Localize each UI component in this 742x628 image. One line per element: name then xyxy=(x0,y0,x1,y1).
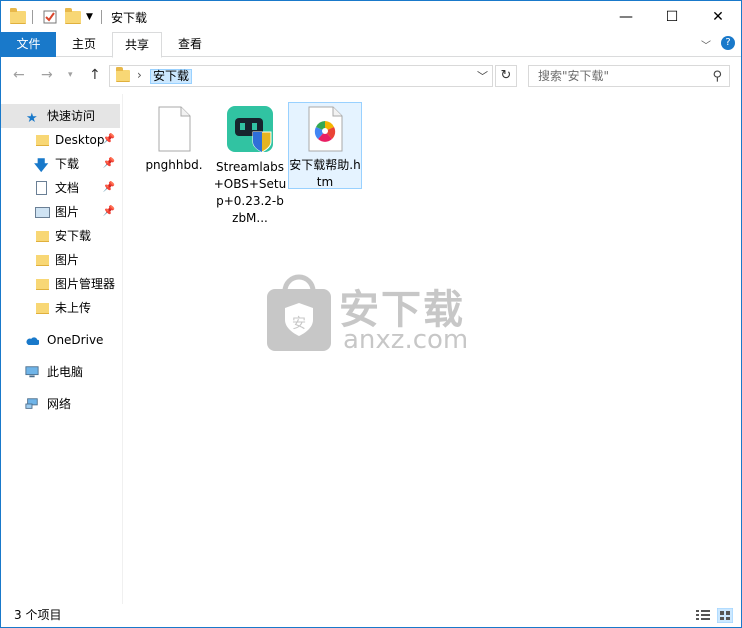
status-bar: 3 个项目 xyxy=(1,604,741,627)
nav-label: 网络 xyxy=(47,397,72,411)
tab-share[interactable]: 共享 xyxy=(112,32,162,58)
nav-label: 安下载 xyxy=(55,229,92,243)
search-placeholder: 搜索"安下载" xyxy=(538,69,610,83)
nav-label: 图片管理器 xyxy=(55,277,116,291)
file-item[interactable]: 安下载帮助.htm xyxy=(288,102,362,189)
nav-label: 图片 xyxy=(55,205,80,219)
customize-toolbar-icon[interactable]: ▼ xyxy=(86,8,93,26)
nav-network[interactable]: 网络 xyxy=(1,392,120,416)
nav-label: 未上传 xyxy=(55,301,92,315)
nav-label: 下载 xyxy=(55,157,80,171)
close-button[interactable]: ✕ xyxy=(695,1,741,32)
nav-item-desktop[interactable]: Desktop 📌 xyxy=(1,128,120,152)
address-row: ← → ▾ ↑ › 安下载 ﹀ ↻ 搜索"安下载" ⚲ xyxy=(1,57,741,94)
large-icons-view-icon[interactable] xyxy=(717,608,733,623)
streamlabs-installer-icon xyxy=(227,106,273,153)
nav-onedrive[interactable]: OneDrive xyxy=(1,328,120,352)
search-input[interactable]: 搜索"安下载" ⚲ xyxy=(528,65,730,87)
title-bar: ▼ 安下载 — ☐ ✕ xyxy=(1,1,741,32)
documents-icon xyxy=(36,181,47,195)
address-folder-icon xyxy=(116,67,130,82)
breadcrumb-separator-icon[interactable]: › xyxy=(137,68,142,82)
explorer-window: ▼ 安下载 — ☐ ✕ 文件 主页 共享 查看 ﹀ ? ← → ▾ ↑ › 安下… xyxy=(0,0,742,628)
file-name: 安下载帮助.htm xyxy=(289,158,361,189)
breadcrumb[interactable]: 安下载 xyxy=(150,69,193,84)
computer-icon xyxy=(25,366,39,378)
nav-label: OneDrive xyxy=(47,333,104,347)
nav-item-anxz[interactable]: 安下载 xyxy=(1,224,120,248)
nav-label: 文档 xyxy=(55,181,80,195)
download-icon: 🡇 xyxy=(34,158,49,174)
window-title: 安下载 xyxy=(111,11,148,25)
htm-file-icon xyxy=(308,106,343,152)
tab-view[interactable]: 查看 xyxy=(165,32,215,57)
pin-icon: 📌 xyxy=(102,158,115,169)
tab-file[interactable]: 文件 xyxy=(1,32,56,57)
shopping-bag-logo-icon: 安 xyxy=(267,274,331,351)
nav-this-pc[interactable]: 此电脑 xyxy=(1,360,120,384)
svg-text:安: 安 xyxy=(292,316,306,332)
minimize-button[interactable]: — xyxy=(603,1,649,32)
watermark-subtext: anxz.com xyxy=(343,325,469,355)
file-item[interactable]: Streamlabs+OBS+Setup+0.23.2-bzbM... xyxy=(213,102,287,227)
details-view-icon[interactable] xyxy=(695,609,711,622)
recent-locations-icon[interactable]: ▾ xyxy=(68,70,73,80)
maximize-button[interactable]: ☐ xyxy=(649,1,695,32)
window-folder-icon xyxy=(10,7,26,26)
desktop-folder-icon xyxy=(36,135,49,146)
help-icon[interactable]: ? xyxy=(721,36,735,50)
folder-icon xyxy=(36,303,49,314)
tab-home[interactable]: 主页 xyxy=(59,32,109,57)
pin-icon: 📌 xyxy=(102,182,115,193)
folder-icon xyxy=(36,255,49,266)
blank-file-icon xyxy=(158,106,191,152)
folder-icon xyxy=(36,231,49,242)
file-name: Streamlabs+OBS+Setup+0.23.2-bzbM... xyxy=(213,160,287,225)
folder-icon xyxy=(36,279,49,290)
ribbon-tabs: 文件 主页 共享 查看 ﹀ ? xyxy=(1,32,741,58)
cloud-icon xyxy=(26,337,39,345)
watermark: 安 安下载 anxz.com xyxy=(263,273,483,357)
pin-icon: 📌 xyxy=(102,134,115,145)
file-item[interactable]: pnghhbd. xyxy=(137,102,211,174)
nav-item-picture-manager[interactable]: 图片管理器 xyxy=(1,272,120,296)
item-count: 3 个项目 xyxy=(14,608,62,622)
new-folder-icon[interactable] xyxy=(65,7,81,26)
up-arrow-icon[interactable]: ↑ xyxy=(89,67,101,83)
network-icon xyxy=(25,398,38,409)
nav-label: 图片 xyxy=(55,253,80,267)
search-icon[interactable]: ⚲ xyxy=(712,67,722,87)
nav-label: Desktop xyxy=(55,133,105,147)
file-name: pnghhbd. xyxy=(145,158,203,172)
nav-quick-access[interactable]: ★ 快速访问 xyxy=(1,104,120,128)
address-dropdown-icon[interactable]: ﹀ xyxy=(477,68,488,84)
refresh-button[interactable]: ↻ xyxy=(495,65,517,87)
pictures-icon xyxy=(35,207,50,218)
nav-label: 此电脑 xyxy=(47,365,84,379)
chevron-down-icon[interactable]: ﹀ xyxy=(701,37,711,52)
forward-arrow-icon[interactable]: → xyxy=(41,67,53,83)
navigation-pane: ★ 快速访问 Desktop 📌 🡇 下载 📌 文档 📌 图片 📌 安下载 图片… xyxy=(1,94,122,604)
nav-item-pictures[interactable]: 图片 📌 xyxy=(1,200,120,224)
address-bar[interactable]: › 安下载 ﹀ xyxy=(109,65,493,87)
nav-item-pictures-folder[interactable]: 图片 xyxy=(1,248,120,272)
nav-item-documents[interactable]: 文档 📌 xyxy=(1,176,120,200)
pin-icon: 📌 xyxy=(102,206,115,217)
back-arrow-icon[interactable]: ← xyxy=(13,67,25,83)
nav-label: 快速访问 xyxy=(47,109,96,123)
nav-item-downloads[interactable]: 🡇 下载 📌 xyxy=(1,152,120,176)
properties-icon[interactable] xyxy=(42,8,58,26)
nav-item-not-uploaded[interactable]: 未上传 xyxy=(1,296,120,320)
star-icon: ★ xyxy=(26,111,38,126)
